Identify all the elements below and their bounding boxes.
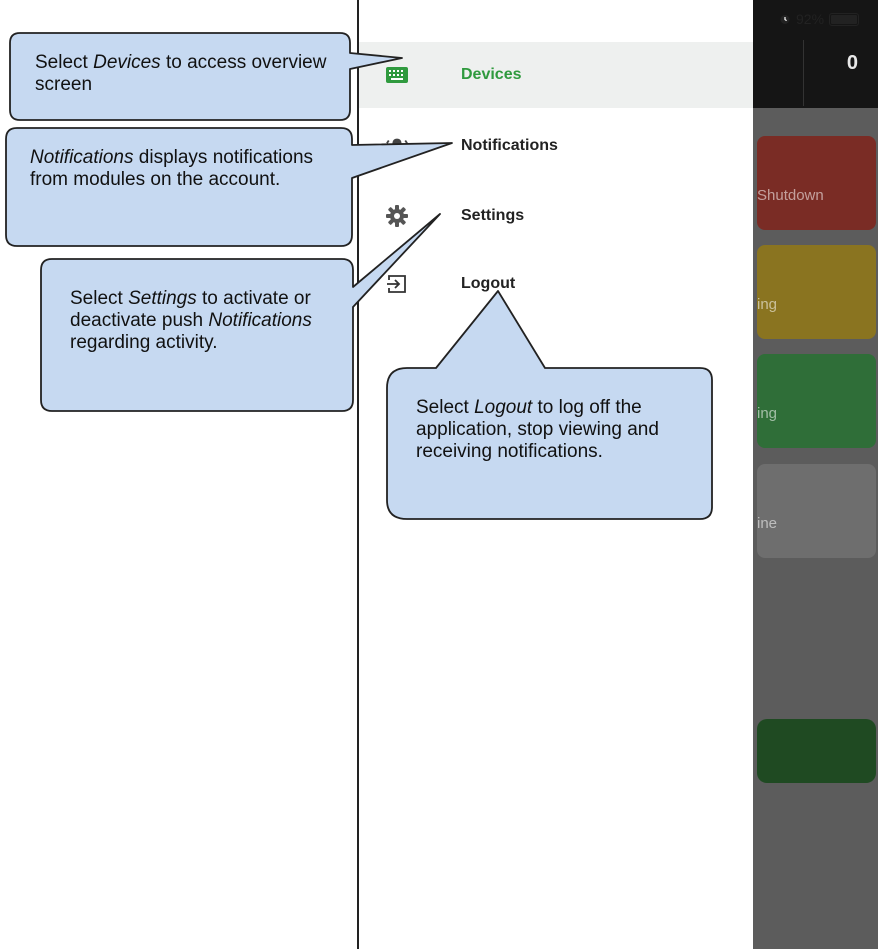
keyboard-icon bbox=[386, 64, 408, 86]
callout-devices-emphasis: Devices bbox=[93, 52, 161, 73]
tile-label: ing bbox=[757, 405, 778, 422]
background-tile-warning: ing bbox=[757, 245, 876, 339]
menu-label-notifications: Notifications bbox=[461, 137, 558, 154]
callout-notifications-emphasis: Notifications bbox=[30, 147, 134, 168]
battery-icon bbox=[829, 12, 860, 26]
battery-percent: 92% bbox=[796, 11, 825, 27]
bell-ringing-icon bbox=[386, 135, 408, 157]
callout-settings-text: Select Settings to activate or deactivat… bbox=[70, 288, 312, 353]
callout-logout-emphasis: Logout bbox=[474, 397, 533, 418]
callout-settings-emphasis-2: Notifications bbox=[208, 310, 312, 331]
background-tile-running: ing bbox=[757, 354, 876, 448]
gear-icon bbox=[386, 205, 408, 227]
phone-screen: 0 Shutdown ing ing ine 92% Devices Notif… bbox=[357, 0, 878, 949]
logout-icon bbox=[386, 273, 408, 295]
menu-item-notifications[interactable]: Notifications bbox=[359, 113, 753, 179]
tile-label: ine bbox=[757, 515, 778, 532]
menu-item-settings[interactable]: Settings bbox=[359, 183, 753, 249]
menu-item-logout[interactable]: Logout bbox=[359, 251, 753, 317]
callout-logout-text: Select Logout to log off the application… bbox=[416, 397, 659, 462]
menu-item-devices[interactable]: Devices bbox=[359, 42, 753, 108]
menu-label-devices: Devices bbox=[461, 66, 522, 83]
header-divider bbox=[803, 40, 804, 106]
status-bar: 92% bbox=[779, 11, 860, 27]
tile-label: Shutdown bbox=[757, 187, 824, 204]
dimmed-background-app: 0 Shutdown ing ing ine bbox=[753, 0, 878, 949]
background-action-button bbox=[757, 719, 876, 783]
alarm-icon bbox=[780, 15, 790, 24]
callout-settings-emphasis: Settings bbox=[128, 288, 197, 309]
background-tile-offline: ine bbox=[757, 464, 876, 558]
menu-label-logout: Logout bbox=[461, 275, 516, 292]
callout-notifications-text: Notifications displays notifications fro… bbox=[30, 147, 314, 190]
tile-label: ing bbox=[757, 296, 778, 313]
navigation-drawer: Devices Notifications Settings Logout bbox=[359, 0, 753, 949]
menu-label-settings: Settings bbox=[461, 207, 525, 224]
callout-devices-text: Select Devices to access overview screen bbox=[35, 52, 327, 95]
background-counter: 0 bbox=[846, 52, 858, 74]
background-tile-shutdown: Shutdown bbox=[757, 136, 876, 230]
